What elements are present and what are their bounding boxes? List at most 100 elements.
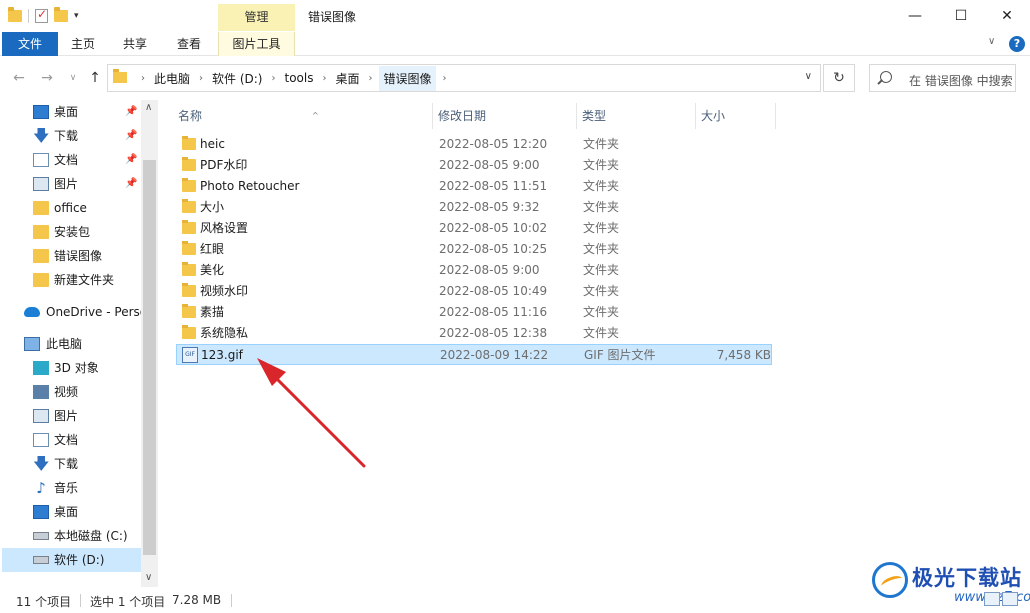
file-row[interactable]: 大小 2022-08-05 9:32 文件夹 <box>176 197 772 218</box>
back-arrow-icon[interactable]: ← <box>10 69 28 87</box>
file-row[interactable]: 素描 2022-08-05 11:16 文件夹 <box>176 302 772 323</box>
nav-item-office[interactable]: office <box>2 196 141 220</box>
pin-icon[interactable]: 📌 <box>125 172 137 196</box>
column-header-size[interactable]: 大小 <box>696 103 776 129</box>
folder-icon <box>182 157 196 171</box>
file-row[interactable]: Photo Retoucher 2022-08-05 11:51 文件夹 <box>176 176 772 197</box>
file-type: 文件夹 <box>583 284 620 298</box>
folder-icon[interactable] <box>8 7 22 22</box>
file-name: 红眼 <box>200 242 225 256</box>
nav-item-pictures[interactable]: 图片 📌 <box>2 172 141 196</box>
tab-picture-tools[interactable]: 图片工具 <box>218 32 295 56</box>
nav-item-label: OneDrive - Perso <box>46 305 148 319</box>
file-row[interactable]: PDF水印 2022-08-05 9:00 文件夹 <box>176 155 772 176</box>
nav-item-pc-pictures[interactable]: 图片 <box>2 404 141 428</box>
file-row[interactable]: heic 2022-08-05 12:20 文件夹 <box>176 134 772 155</box>
address-bar[interactable]: › 此电脑 › 软件 (D:) › tools › 桌面 › 错误图像 › ∨ <box>107 64 821 92</box>
file-row[interactable]: 风格设置 2022-08-05 10:02 文件夹 <box>176 218 772 239</box>
breadcrumb-desktop[interactable]: 桌面 <box>333 70 361 87</box>
properties-icon[interactable] <box>35 7 48 23</box>
breadcrumb-chevron-icon[interactable]: › <box>192 73 210 84</box>
nav-item-pc-documents[interactable]: 文档 <box>2 428 141 452</box>
pin-icon[interactable]: 📌 <box>125 124 137 148</box>
breadcrumb-chevron-icon[interactable]: › <box>436 73 454 84</box>
breadcrumb-error-images[interactable]: 错误图像 <box>379 65 436 91</box>
nav-item-label: 桌面 <box>54 105 79 119</box>
help-icon[interactable]: ? <box>1009 36 1025 52</box>
nav-item-downloads[interactable]: 🡇 下载 📌 <box>2 124 141 148</box>
nav-item-onedrive[interactable]: OneDrive - Perso <box>2 300 147 324</box>
nav-item-drive-c[interactable]: 本地磁盘 (C:) <box>2 524 141 548</box>
large-icons-view-icon[interactable] <box>1002 592 1018 606</box>
breadcrumb-drive-d[interactable]: 软件 (D:) <box>210 70 264 87</box>
nav-item-label: 音乐 <box>54 481 79 495</box>
file-row[interactable]: 系统隐私 2022-08-05 12:38 文件夹 <box>176 323 772 344</box>
refresh-button[interactable]: ↻ <box>823 64 855 92</box>
column-header-type[interactable]: 类型 <box>577 103 696 129</box>
nav-item-label: 文档 <box>54 153 79 167</box>
customize-toolbar-chevron-icon[interactable]: ▾ <box>74 11 79 21</box>
scroll-down-chevron-icon[interactable]: ∨ <box>145 572 152 583</box>
download-icon: 🡇 <box>33 126 50 145</box>
breadcrumb-this-pc[interactable]: 此电脑 <box>152 70 192 87</box>
nav-item-label: 本地磁盘 (C:) <box>54 529 128 543</box>
pin-icon[interactable]: 📌 <box>125 100 137 124</box>
file-row-selected[interactable]: GIF 123.gif 2022-08-09 14:22 GIF 图片文件 7,… <box>176 344 772 365</box>
nav-item-3d-objects[interactable]: 3D 对象 <box>2 356 141 380</box>
file-date: 2022-08-05 12:38 <box>439 326 548 340</box>
nav-item-this-pc[interactable]: 此电脑 <box>2 332 141 356</box>
file-type: 文件夹 <box>583 242 620 256</box>
column-header-name[interactable]: 名称 ^ <box>173 103 433 129</box>
address-history-chevron-icon[interactable]: ∨ <box>805 71 812 82</box>
file-name: Photo Retoucher <box>200 179 300 193</box>
up-arrow-icon[interactable]: ↑ <box>86 69 104 87</box>
new-folder-icon[interactable] <box>54 7 68 22</box>
desktop-icon <box>33 105 49 119</box>
title-bar: ▾ 管理 错误图像 — ☐ ✕ <box>0 0 1030 32</box>
file-row[interactable]: 视频水印 2022-08-05 10:49 文件夹 <box>176 281 772 302</box>
nav-item-documents[interactable]: 文档 📌 <box>2 148 141 172</box>
breadcrumb-chevron-icon[interactable]: › <box>315 73 333 84</box>
nav-item-error-images[interactable]: 错误图像 <box>2 244 141 268</box>
scroll-up-chevron-icon[interactable]: ∧ <box>145 102 152 113</box>
nav-item-new-folder[interactable]: 新建文件夹 <box>2 268 141 292</box>
nav-item-label: 图片 <box>54 409 79 423</box>
nav-item-label: 文档 <box>54 433 79 447</box>
tab-view[interactable]: 查看 <box>166 32 212 56</box>
maximize-button[interactable]: ☐ <box>938 0 984 32</box>
nav-pane-scrollbar[interactable]: ∧ ∨ <box>141 100 158 587</box>
file-date: 2022-08-05 11:16 <box>439 305 548 319</box>
nav-item-drive-d[interactable]: 软件 (D:) <box>2 548 141 572</box>
breadcrumb-chevron-icon[interactable]: › <box>264 73 282 84</box>
minimize-button[interactable]: — <box>892 0 938 32</box>
forward-arrow-icon[interactable]: → <box>38 69 56 87</box>
file-row[interactable]: 红眼 2022-08-05 10:25 文件夹 <box>176 239 772 260</box>
nav-item-pc-desktop[interactable]: 桌面 <box>2 500 141 524</box>
nav-item-desktop[interactable]: 桌面 📌 <box>2 100 141 124</box>
file-row[interactable]: 美化 2022-08-05 9:00 文件夹 <box>176 260 772 281</box>
breadcrumb-tools[interactable]: tools <box>282 71 315 85</box>
recent-locations-chevron-icon[interactable]: ∨ <box>64 69 82 87</box>
nav-item-videos[interactable]: 视频 <box>2 380 141 404</box>
search-input[interactable]: 在 错误图像 中搜索 <box>869 64 1016 92</box>
nav-item-label: 桌面 <box>54 505 79 519</box>
details-view-icon[interactable] <box>984 592 1000 606</box>
pin-icon[interactable]: 📌 <box>125 148 137 172</box>
download-icon: 🡇 <box>33 454 50 473</box>
tab-home[interactable]: 主页 <box>60 32 106 56</box>
scrollbar-thumb[interactable] <box>143 160 156 555</box>
breadcrumb-chevron-icon[interactable]: › <box>134 73 152 84</box>
nav-item-pc-downloads[interactable]: 🡇 下载 <box>2 452 141 476</box>
folder-icon <box>182 262 196 276</box>
file-type: 文件夹 <box>583 326 620 340</box>
breadcrumb-chevron-icon[interactable]: › <box>361 73 379 84</box>
nav-item-music[interactable]: ♪ 音乐 <box>2 476 141 500</box>
column-header-date[interactable]: 修改日期 <box>433 103 577 129</box>
tab-file[interactable]: 文件 <box>2 32 58 56</box>
close-button[interactable]: ✕ <box>984 0 1030 32</box>
tab-share[interactable]: 共享 <box>112 32 158 56</box>
picture-icon <box>33 409 49 423</box>
nav-item-label: 下载 <box>54 129 79 143</box>
nav-item-install-packages[interactable]: 安装包 <box>2 220 141 244</box>
expand-ribbon-chevron-icon[interactable]: ∨ <box>988 36 995 47</box>
